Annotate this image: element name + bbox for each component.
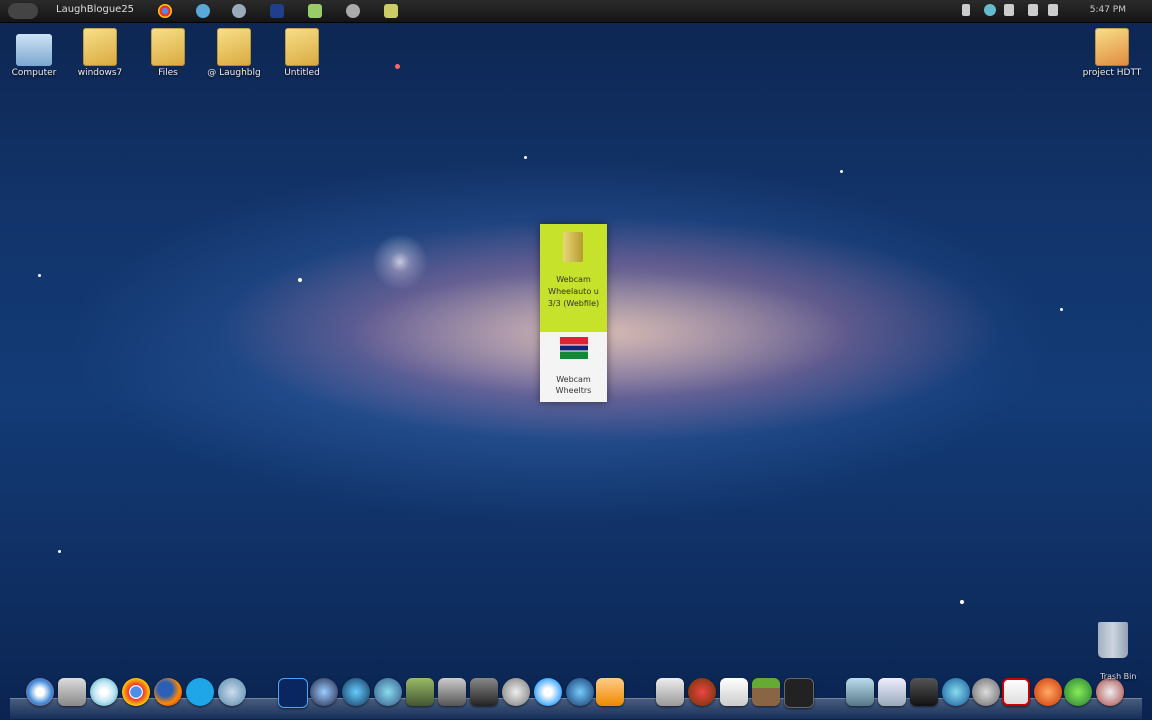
folder-icon	[83, 28, 117, 66]
settings-icon[interactable]	[502, 678, 530, 706]
trash-can-glyph	[1098, 622, 1128, 658]
gear-icon[interactable]	[346, 4, 360, 18]
desktop-icon-computer[interactable]: Computer	[2, 30, 66, 79]
photoshop-icon[interactable]	[278, 678, 308, 708]
desktop-icon-windows7[interactable]: windows7	[68, 28, 132, 79]
folder-icon	[151, 28, 185, 66]
computer-icon	[16, 34, 52, 66]
document-icon[interactable]	[720, 678, 748, 706]
chrome-icon[interactable]	[122, 678, 150, 706]
minecraft-icon[interactable]	[752, 678, 780, 706]
star	[38, 274, 41, 277]
star	[58, 550, 61, 553]
signal-icon[interactable]	[984, 4, 996, 16]
app-icon[interactable]	[972, 678, 1000, 706]
video-icon[interactable]	[406, 678, 434, 706]
battery-icon[interactable]	[1048, 4, 1058, 16]
skype-icon[interactable]	[186, 678, 214, 706]
screen-icon[interactable]	[846, 678, 874, 706]
dock: Trash Bin	[0, 672, 1152, 720]
folder-icon	[217, 28, 251, 66]
terminal-icon[interactable]	[784, 678, 814, 708]
desktop-icon-label: windows7	[77, 68, 123, 78]
flag-file-icon	[560, 337, 588, 359]
media-icon[interactable]	[688, 678, 716, 706]
globe-icon[interactable]	[942, 678, 970, 706]
media-player-icon[interactable]	[596, 678, 624, 706]
file-label: Webcam Wheeltrs	[555, 375, 592, 395]
folder-icon	[285, 28, 319, 66]
blackberry-icon[interactable]	[910, 678, 938, 706]
star	[1060, 308, 1063, 311]
media-player-icon[interactable]	[566, 678, 594, 706]
menubar: LaughBlogue25 5:47 PM	[0, 0, 1152, 23]
adobe-icon[interactable]	[1002, 678, 1030, 706]
globe-icon[interactable]	[310, 678, 338, 706]
star	[840, 170, 843, 173]
desktop-icon-label: Computer	[11, 68, 57, 78]
file-label: Webcam Wheelauto u 3/3 (Webfile)	[547, 275, 600, 308]
network-icon[interactable]	[218, 678, 246, 706]
star	[298, 278, 302, 282]
wifi-icon[interactable]	[962, 4, 970, 16]
trash-label: Trash Bin	[1100, 672, 1137, 681]
desktop-icon-untitled[interactable]: Untitled	[270, 28, 334, 79]
desktop-icon-laughblg[interactable]: @ Laughblg	[202, 28, 266, 79]
apple-menu-icon[interactable]	[8, 3, 38, 19]
counterstrike-icon[interactable]	[656, 678, 684, 706]
audio-icon[interactable]	[438, 678, 466, 706]
safari-icon[interactable]	[26, 678, 54, 706]
safari-icon[interactable]	[534, 678, 562, 706]
desktop-icon-label: @ Laughblg	[207, 68, 261, 78]
desktop-icon-label: Files	[158, 68, 178, 78]
volume-icon[interactable]	[1004, 4, 1014, 16]
clock[interactable]: 5:47 PM	[1090, 5, 1126, 15]
notes-icon[interactable]	[384, 4, 398, 18]
star	[960, 600, 964, 604]
settings-icon[interactable]	[232, 4, 246, 18]
trash-icon[interactable]	[1098, 622, 1128, 662]
photos-icon[interactable]	[58, 678, 86, 706]
image-icon[interactable]	[374, 678, 402, 706]
speed-icon[interactable]	[1034, 678, 1062, 706]
desktop-icon-files[interactable]: Files	[136, 28, 200, 79]
utorrent-icon[interactable]	[1064, 678, 1092, 706]
desktop-icon-project[interactable]: project HDTT	[1080, 28, 1144, 79]
star	[524, 156, 527, 159]
file-drag-preview[interactable]: Webcam Wheelauto u 3/3 (Webfile) Webcam …	[540, 224, 607, 402]
star	[395, 64, 400, 69]
network-icon[interactable]	[196, 4, 210, 18]
zip-archive-icon	[563, 232, 583, 262]
desktop-icon-label: Untitled	[284, 68, 320, 78]
chrome-icon[interactable]	[158, 4, 172, 18]
desktop-icon-label: project HDTT	[1082, 68, 1142, 78]
app-title[interactable]: LaughBlogue25	[56, 4, 134, 15]
film-icon[interactable]	[470, 678, 498, 706]
app-icon[interactable]	[1096, 678, 1124, 706]
battery-icon[interactable]	[1028, 4, 1038, 16]
dvd-icon[interactable]	[90, 678, 118, 706]
firefox-icon[interactable]	[154, 678, 182, 706]
calendar-icon[interactable]	[878, 678, 906, 706]
folder-icon[interactable]	[308, 4, 322, 18]
photoshop-icon[interactable]	[270, 4, 284, 18]
mail-icon[interactable]	[342, 678, 370, 706]
folder-icon	[1095, 28, 1129, 66]
